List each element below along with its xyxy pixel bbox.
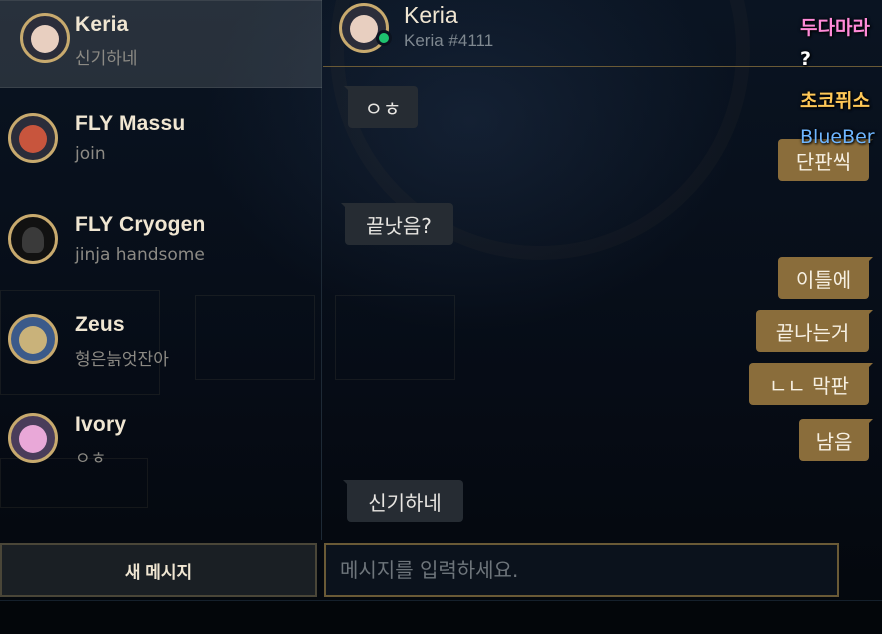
friend-name: Zeus [75, 313, 125, 336]
avatar [20, 13, 70, 63]
overlay-chat-line: 초코퓌소 [800, 90, 870, 112]
friend-name: FLY Cryogen [75, 213, 206, 236]
message-outgoing: 끝나는거 [756, 310, 873, 352]
friend-name: Ivory [75, 413, 127, 436]
message-incoming: ㅇㅎ [344, 86, 418, 128]
avatar [8, 314, 58, 364]
friend-item-ivory[interactable]: Ivory ㅇㅎ [0, 399, 322, 487]
message-outgoing: 남음 [799, 419, 873, 461]
chat-title: Keria [404, 2, 458, 28]
friend-name: Keria [75, 13, 129, 36]
friend-item-fly-cryogen[interactable]: FLY Cryogen jinja handsome [0, 198, 322, 286]
avatar-face [350, 15, 378, 43]
friends-list: Keria 신기하네 FLY Massu join FLY Cryogen ji… [0, 0, 322, 540]
background-panel [335, 295, 455, 380]
message-incoming: 끝낫음? [341, 203, 453, 245]
chat-riot-id: Keria #4111 [404, 31, 494, 50]
friend-status: 형은늙엇잔아 [75, 350, 169, 370]
online-status-icon [376, 30, 392, 46]
message-outgoing: 이틀에 [778, 257, 873, 299]
avatar-face [19, 425, 47, 453]
avatar [8, 113, 58, 163]
message-incoming: 신기하네 [343, 480, 463, 522]
helmet-icon [22, 227, 44, 253]
new-message-button[interactable]: 새 메시지 [0, 543, 317, 597]
avatar-face [19, 326, 47, 354]
avatar [8, 413, 58, 463]
friend-item-fly-massu[interactable]: FLY Massu join [0, 97, 322, 185]
friend-item-keria[interactable]: Keria 신기하네 [0, 0, 322, 88]
friend-status: ㅇㅎ [75, 449, 107, 469]
overlay-chat-line: ? [800, 48, 812, 70]
avatar [8, 214, 58, 264]
friend-status: 신기하네 [75, 49, 138, 69]
friend-status: join [75, 144, 106, 164]
message-outgoing: ㄴㄴ 막판 [749, 363, 873, 405]
avatar-face [19, 125, 47, 153]
message-input[interactable] [324, 543, 839, 597]
friend-name: FLY Massu [75, 112, 186, 135]
friend-item-zeus[interactable]: Zeus 형은늙엇잔아 [0, 298, 322, 386]
bottom-bar [0, 600, 882, 634]
friend-status: jinja handsome [75, 245, 205, 265]
overlay-chat-line: BlueBer [800, 126, 875, 148]
chat-header: Keria Keria #4111 [323, 0, 882, 67]
overlay-chat-line: 두다마라 [800, 17, 870, 39]
avatar-face [31, 25, 59, 53]
